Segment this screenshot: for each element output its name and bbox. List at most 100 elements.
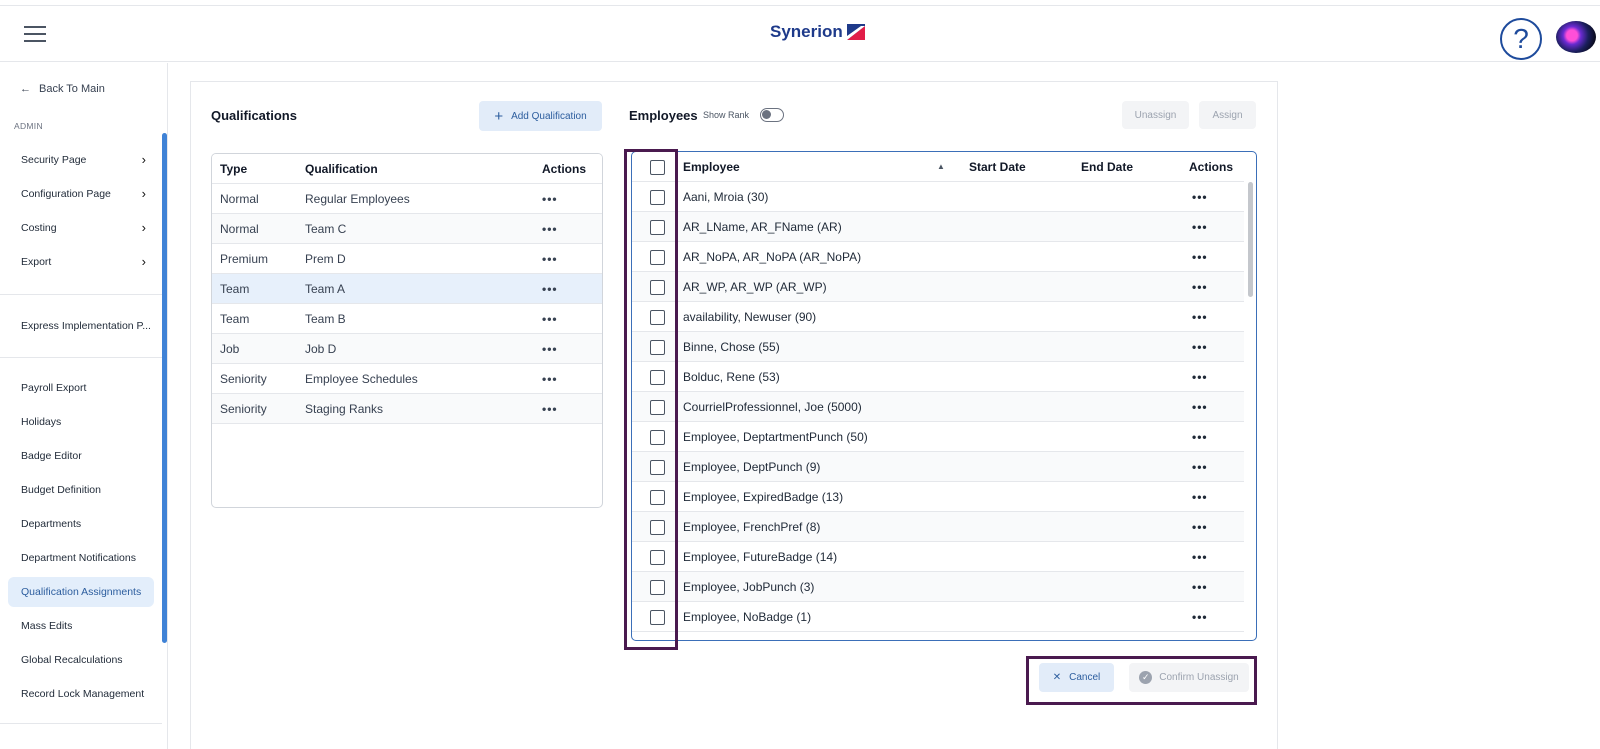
table-row[interactable]: Premium Prem D ••• (212, 244, 602, 274)
sidebar-item-configuration[interactable]: Configuration Page › (8, 179, 154, 209)
table-scrollbar[interactable] (1248, 182, 1253, 297)
section-label: ADMIN (14, 121, 43, 131)
column-header-qualification[interactable]: Qualification (305, 154, 378, 184)
table-header: Employee ▲ Start Date End Date Actions (632, 152, 1244, 182)
table-row[interactable]: Employee, FutureBadge (14) ••• (632, 542, 1244, 572)
more-actions-icon[interactable]: ••• (1192, 512, 1208, 542)
sidebar-item-security[interactable]: Security Page › (8, 145, 154, 175)
table-row[interactable]: Normal Regular Employees ••• (212, 184, 602, 214)
more-actions-icon[interactable]: ••• (1192, 242, 1208, 272)
sidebar-item-department-notifications[interactable]: Department Notifications (8, 543, 154, 573)
sidebar-scrollbar[interactable] (162, 133, 167, 643)
table-row[interactable]: Employee, DeptPunch (9) ••• (632, 452, 1244, 482)
table-row[interactable]: Binne, Chose (55) ••• (632, 332, 1244, 362)
more-actions-icon[interactable]: ••• (1192, 452, 1208, 482)
more-actions-icon[interactable]: ••• (1192, 572, 1208, 602)
more-actions-icon[interactable]: ••• (1192, 272, 1208, 302)
table-row[interactable]: Seniority Staging Ranks ••• (212, 394, 602, 424)
sidebar-item-qualification-assignments[interactable]: Qualification Assignments (8, 577, 154, 607)
back-to-main-link[interactable]: ← Back To Main (20, 83, 105, 95)
cell-qualification: Team C (305, 222, 347, 236)
more-actions-icon[interactable]: ••• (1192, 482, 1208, 512)
table-row[interactable]: Aani, Mroia (30) ••• (632, 182, 1244, 212)
cell-employee: AR_NoPA, AR_NoPA (AR_NoPA) (683, 250, 862, 264)
more-actions-icon[interactable]: ••• (1192, 332, 1208, 362)
sidebar-item-budget-definition[interactable]: Budget Definition (8, 475, 154, 505)
more-actions-icon[interactable]: ••• (542, 184, 558, 214)
table-row[interactable]: Normal Team C ••• (212, 214, 602, 244)
table-row[interactable]: Job Job D ••• (212, 334, 602, 364)
cell-qualification: Prem D (305, 252, 346, 266)
column-header-start-date[interactable]: Start Date (969, 152, 1026, 182)
arrow-left-icon: ← (20, 83, 31, 95)
sidebar-item-costing[interactable]: Costing › (8, 213, 154, 243)
table-row[interactable]: Employee, DeptartmentPunch (50) ••• (632, 422, 1244, 452)
back-label: Back To Main (39, 83, 105, 95)
cell-type: Job (220, 342, 240, 356)
add-qualification-button[interactable]: + Add Qualification (479, 101, 602, 131)
sidebar-item-holidays[interactable]: Holidays (8, 407, 154, 437)
table-row-selected[interactable]: Team Team A ••• (212, 274, 602, 304)
cell-employee: Employee, JobPunch (3) (683, 580, 815, 594)
sidebar-item-departments[interactable]: Departments (8, 509, 154, 539)
assign-button[interactable]: Assign (1199, 101, 1256, 129)
table-row[interactable]: CourrielProfessionnel, Joe (5000) ••• (632, 392, 1244, 422)
sidebar-item-label: Costing (21, 222, 57, 234)
cell-employee: CourrielProfessionnel, Joe (5000) (683, 400, 862, 414)
sidebar-item-export[interactable]: Export › (8, 247, 154, 277)
unassign-button[interactable]: Unassign (1122, 101, 1189, 129)
column-header-type[interactable]: Type (220, 154, 247, 184)
table-row[interactable]: Employee, JobPunch (3) ••• (632, 572, 1244, 602)
checkbox-column-highlight (624, 149, 678, 650)
more-actions-icon[interactable]: ••• (1192, 302, 1208, 332)
more-actions-icon[interactable]: ••• (542, 364, 558, 394)
more-actions-icon[interactable]: ••• (542, 394, 558, 424)
more-actions-icon[interactable]: ••• (542, 274, 558, 304)
sidebar-item-mass-edits[interactable]: Mass Edits (8, 611, 154, 641)
more-actions-icon[interactable]: ••• (1192, 182, 1208, 212)
more-actions-icon[interactable]: ••• (1192, 362, 1208, 392)
qualifications-table: Type Qualification Actions Normal Regula… (211, 153, 603, 508)
table-row[interactable]: Employee, ExpiredBadge (13) ••• (632, 482, 1244, 512)
more-actions-icon[interactable]: ••• (1192, 392, 1208, 422)
table-row[interactable]: Team Team B ••• (212, 304, 602, 334)
sidebar-item-badge-editor[interactable]: Badge Editor (8, 441, 154, 471)
cell-employee: Employee, NoBadge (1) (683, 610, 812, 624)
sidebar-item-label: Export (21, 256, 52, 268)
table-row[interactable]: Employee, NoBadge (1) ••• (632, 602, 1244, 632)
sort-ascending-icon[interactable]: ▲ (937, 152, 945, 182)
sidebar-item-global-recalculations[interactable]: Global Recalculations (8, 645, 154, 675)
table-row[interactable]: Seniority Employee Schedules ••• (212, 364, 602, 394)
hamburger-icon[interactable] (24, 26, 46, 42)
cell-employee: Binne, Chose (55) (683, 340, 780, 354)
help-icon[interactable]: ? (1500, 18, 1542, 60)
sidebar-item-record-lock-management[interactable]: Record Lock Management (8, 679, 154, 709)
more-actions-icon[interactable]: ••• (542, 244, 558, 274)
more-actions-icon[interactable]: ••• (1192, 602, 1208, 632)
avatar[interactable] (1556, 21, 1596, 53)
cell-employee: Employee, FrenchPref (8) (683, 520, 821, 534)
cell-type: Premium (220, 252, 269, 266)
show-rank-toggle[interactable] (760, 108, 784, 122)
cell-employee: Employee, DeptPunch (9) (683, 460, 821, 474)
table-row[interactable]: Employee, FrenchPref (8) ••• (632, 512, 1244, 542)
table-row[interactable]: availability, Newuser (90) ••• (632, 302, 1244, 332)
column-header-employee[interactable]: Employee (683, 152, 740, 182)
more-actions-icon[interactable]: ••• (1192, 422, 1208, 452)
table-row[interactable]: AR_LName, AR_FName (AR) ••• (632, 212, 1244, 242)
chevron-right-icon: › (141, 220, 146, 235)
more-actions-icon[interactable]: ••• (542, 334, 558, 364)
cell-employee: AR_WP, AR_WP (AR_WP) (683, 280, 827, 294)
table-row[interactable]: Bolduc, Rene (53) ••• (632, 362, 1244, 392)
more-actions-icon[interactable]: ••• (542, 214, 558, 244)
column-header-end-date[interactable]: End Date (1081, 152, 1133, 182)
cell-type: Seniority (220, 402, 267, 416)
sidebar-item-payroll-export[interactable]: Payroll Export (8, 373, 154, 403)
more-actions-icon[interactable]: ••• (1192, 542, 1208, 572)
sidebar-item-express-implementation[interactable]: Express Implementation P... (8, 311, 154, 341)
more-actions-icon[interactable]: ••• (1192, 212, 1208, 242)
more-actions-icon[interactable]: ••• (542, 304, 558, 334)
table-row[interactable]: AR_WP, AR_WP (AR_WP) ••• (632, 272, 1244, 302)
add-qualification-label: Add Qualification (511, 110, 587, 122)
table-row[interactable]: AR_NoPA, AR_NoPA (AR_NoPA) ••• (632, 242, 1244, 272)
